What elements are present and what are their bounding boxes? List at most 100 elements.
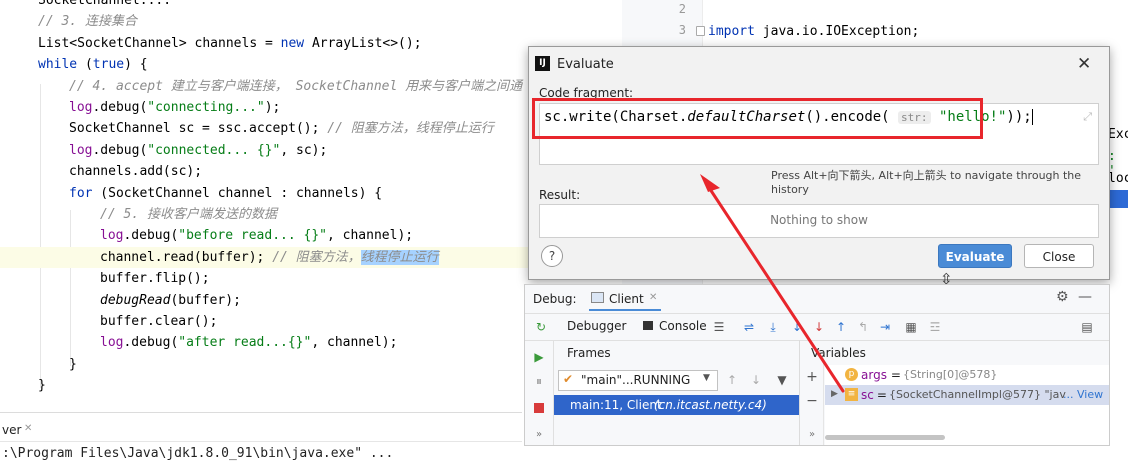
trace-icon[interactable]: ☲	[927, 319, 943, 335]
remove-watch-icon[interactable]: −	[804, 393, 820, 409]
panel-splitter[interactable]	[799, 340, 800, 445]
result-panel: Nothing to show	[539, 204, 1099, 238]
run-to-cursor-icon[interactable]: ⇥	[877, 319, 893, 335]
step-out-icon[interactable]: ↑	[833, 319, 849, 335]
code-text: channels.add(sc);	[0, 164, 202, 179]
previous-thread-icon[interactable]: ↑	[724, 372, 740, 388]
text-cursor	[1031, 109, 1033, 125]
code-token: log	[69, 143, 93, 158]
code-token: log	[100, 228, 124, 243]
view-link[interactable]: ... View	[1063, 388, 1103, 401]
variable-value: {SocketChannelImpl@577} "jav	[889, 388, 1066, 401]
history-hint: Press Alt+向下箭头, Alt+向上箭头 to navigate thr…	[771, 169, 1082, 196]
settings-gear-icon[interactable]: ⚙	[1056, 289, 1069, 305]
expand-icon[interactable]: ⤢	[1083, 110, 1092, 124]
more-icon[interactable]: »	[531, 427, 547, 443]
next-thread-icon[interactable]: ↓	[748, 372, 764, 388]
code-line: channels.add(sc);	[0, 161, 202, 182]
client-tab[interactable]: Client ✕	[589, 289, 661, 311]
code-line: SocketChannel....	[0, 0, 171, 11]
frame-row-selected[interactable]: main:11, Client (cn.itcast.netty.c4)	[554, 395, 799, 415]
variables-list: p args = {String[0]@578} ▶ ≡ sc = {Socke…	[825, 365, 1109, 445]
rerun-icon[interactable]: ↻	[533, 319, 549, 335]
code-line: // 4. accept 建立与客户端连接， SocketChannel 用来与…	[0, 76, 522, 97]
variable-value: {String[0]@578}	[903, 368, 998, 381]
fold-marker-icon[interactable]	[696, 26, 705, 36]
step-over-icon[interactable]: ⤓	[765, 319, 781, 335]
result-label: Result:	[539, 188, 581, 202]
code-text: }	[0, 357, 77, 372]
check-icon: ✔	[563, 372, 574, 386]
code-token: .debug(	[92, 100, 148, 115]
layout-icon[interactable]: ☰	[711, 319, 727, 335]
code-token: "before read... {}"	[178, 228, 327, 243]
code-token: }	[69, 357, 77, 372]
code-line: log.debug("connecting...");	[0, 97, 280, 118]
chevron-down-icon: ▼	[703, 373, 710, 383]
evaluate-expression-icon[interactable]: ▦	[903, 319, 919, 335]
code-token: // 阻塞方法，	[272, 250, 361, 265]
code-token: "connecting..."	[147, 100, 265, 115]
code-token: java.io.IOException;	[754, 24, 920, 39]
code-token: for	[69, 186, 93, 201]
tab-debugger[interactable]: Debugger	[567, 319, 626, 333]
code-token: buffer.clear();	[100, 314, 218, 329]
code-token: "connected... {}"	[147, 143, 281, 158]
code-line: List<SocketChannel> channels = new Array…	[0, 33, 422, 54]
param-badge-icon: p	[845, 368, 858, 381]
variable-row-selected[interactable]: ▶ ≡ sc = {SocketChannelImpl@577} "jav ..…	[825, 385, 1109, 405]
horizontal-scrollbar[interactable]	[825, 435, 945, 440]
more-icon[interactable]: »	[804, 427, 820, 443]
code-token: List<SocketChannel> channels =	[38, 36, 281, 51]
code-line: // 5. 接收客户端发送的数据	[0, 204, 277, 225]
step-into-icon[interactable]: ↓	[789, 319, 805, 335]
code-text: }	[0, 378, 46, 393]
filter-icon[interactable]: ▼	[774, 372, 790, 388]
code-suffix: ));	[1006, 109, 1032, 125]
evaluate-dialog[interactable]: IJ Evaluate ✕ Code fragment: sc.write(Ch…	[528, 46, 1110, 280]
code-text: buffer.flip();	[0, 271, 210, 286]
code-token: }	[38, 378, 46, 393]
force-step-into-icon[interactable]: ↓	[811, 319, 827, 335]
help-button[interactable]: ?	[541, 245, 563, 267]
code-token: (	[77, 57, 93, 72]
run-tab-fragment[interactable]: ver	[2, 423, 21, 437]
close-button[interactable]: Close	[1024, 244, 1094, 268]
restore-layout-icon[interactable]: ▤	[1079, 319, 1095, 335]
code-token: channel.read(buffer);	[100, 250, 273, 265]
console-icon	[643, 321, 653, 330]
console-tab-icon	[591, 292, 604, 303]
close-tab-icon[interactable]: ✕	[24, 423, 32, 434]
frames-label: Frames	[567, 346, 611, 360]
pause-icon[interactable]: ⏸	[531, 373, 547, 389]
code-text: // 5. 接收客户端发送的数据	[0, 207, 277, 222]
close-icon[interactable]: ✕	[1077, 54, 1091, 74]
resume-icon[interactable]: ▶	[531, 349, 547, 365]
show-execution-point-icon[interactable]: ⇌	[741, 319, 757, 335]
run-tab-separator	[0, 441, 522, 442]
code-text: log.debug("before read... {}", channel);	[0, 228, 413, 243]
run-panel: ver ✕ :\Program Files\Java\jdk1.8.0_91\b…	[0, 412, 522, 465]
evaluate-button[interactable]: Evaluate	[938, 244, 1012, 268]
drop-frame-icon[interactable]: ↰	[855, 319, 871, 335]
code-token: "after read...{}"	[178, 335, 312, 350]
code-token: .debug(	[123, 228, 179, 243]
add-watch-icon[interactable]: +	[804, 369, 820, 385]
code-token: log	[100, 335, 124, 350]
expand-arrow-icon[interactable]: ▶	[831, 389, 838, 399]
frame-class: (cn.itcast.netty.c4)	[654, 398, 767, 412]
code-line: debugRead(buffer);	[0, 290, 241, 311]
code-token: true	[92, 57, 125, 72]
code-token: buffer.flip();	[100, 271, 210, 286]
result-placeholder: Nothing to show	[770, 213, 868, 227]
run-command: :\Program Files\Java\jdk1.8.0_91\bin\jav…	[2, 446, 394, 461]
code-line: log.debug("before read... {}", channel);	[0, 225, 413, 246]
code-token: , channel);	[327, 228, 414, 243]
tab-console[interactable]: Console	[659, 319, 707, 333]
stop-icon[interactable]	[534, 403, 544, 413]
close-tab-icon[interactable]: ✕	[649, 292, 657, 303]
variable-row[interactable]: p args = {String[0]@578}	[825, 365, 1109, 385]
minimize-icon[interactable]: —	[1078, 289, 1092, 305]
thread-select[interactable]: ✔ "main"...RUNNING ▼	[558, 370, 718, 391]
debug-tool-window[interactable]: Debug: Client ✕ ⚙ — ↻ Debugger Console ☰…	[524, 284, 1110, 446]
